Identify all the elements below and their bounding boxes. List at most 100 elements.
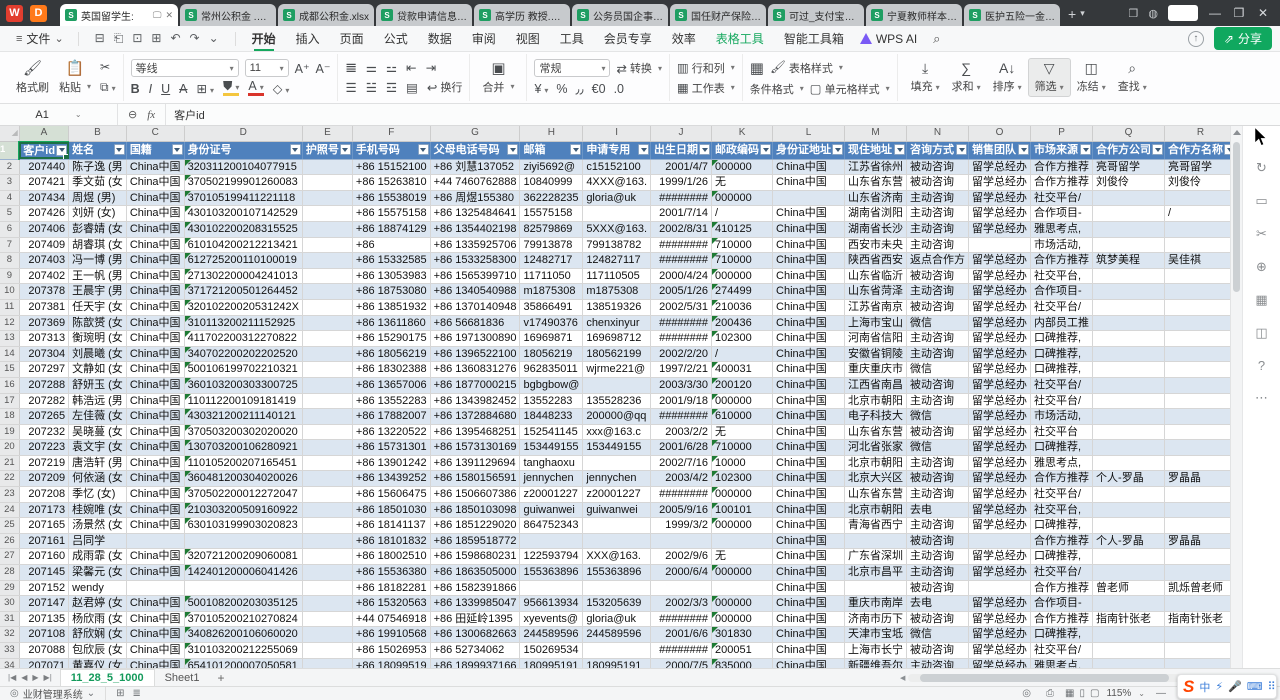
cell[interactable]: 2001/4/7 (651, 159, 712, 175)
cell[interactable]: China中国 (773, 658, 845, 668)
cell[interactable]: 成雨霏 (女 (69, 549, 127, 565)
document-tab[interactable]: S成都公积金.xlsx (278, 4, 374, 26)
cell[interactable]: 北京市昌平 (845, 565, 907, 581)
cell[interactable]: 被动咨询 (907, 643, 969, 659)
align-bottom-icon[interactable]: ⚍ (386, 60, 397, 75)
align-center-icon[interactable]: ☱ (366, 80, 377, 95)
cell[interactable]: 2001/6/6 (651, 627, 712, 643)
cell[interactable]: 被动咨询 (907, 268, 969, 284)
layout-switch-icon[interactable]: ❐ (1129, 7, 1139, 20)
cell[interactable]: 筑梦美程 (1093, 253, 1165, 269)
cell[interactable] (1165, 502, 1230, 518)
output-icon[interactable]: ⎗ (114, 31, 124, 46)
cell[interactable]: 口碑推荐, (1031, 549, 1093, 565)
table-header-cell[interactable]: 父母电话号码 (430, 142, 520, 160)
cell[interactable]: 2002/5/31 (651, 299, 712, 315)
chinese-mode-icon[interactable]: 中 (1199, 679, 1210, 695)
cell[interactable]: 山东省临沂 (845, 268, 907, 284)
cell[interactable]: 000000 (712, 393, 773, 409)
cell[interactable]: 山东省济南 (845, 190, 907, 206)
account-avatar[interactable] (1168, 5, 1198, 21)
cell[interactable]: China中国 (773, 502, 845, 518)
cell[interactable]: 凯烁曾老师 (1165, 580, 1230, 596)
cell[interactable]: 主动咨询 (907, 393, 969, 409)
cell[interactable]: guiwanwei (583, 502, 651, 518)
cell[interactable]: 610104200212213421 (184, 237, 302, 253)
cell[interactable]: China中国 (773, 175, 845, 191)
cell[interactable]: 口碑推荐, (1031, 362, 1093, 378)
cell[interactable] (1093, 346, 1165, 362)
cell[interactable]: +86 1533258300 (430, 253, 520, 269)
row-header-10[interactable]: 10 (0, 284, 19, 300)
row-header-1[interactable]: 1 (0, 142, 19, 160)
cell[interactable]: 合作方推荐 (1031, 611, 1093, 627)
cell[interactable]: China中国 (773, 331, 845, 347)
cell[interactable] (1165, 237, 1230, 253)
column-header-R[interactable]: R (1165, 126, 1230, 142)
cell[interactable]: 654101200007050581 (184, 658, 302, 668)
normal-view-icon[interactable]: ▦ (1065, 688, 1074, 699)
cell[interactable]: 无 (712, 424, 773, 440)
cell[interactable]: xxx@163.c (583, 424, 651, 440)
cell[interactable]: 梁馨元 (女 (69, 565, 127, 581)
cell[interactable]: 江苏省徐州 (845, 159, 907, 175)
print-icon[interactable]: ⊡ (132, 31, 142, 46)
filter-dropdown-icon[interactable] (418, 144, 429, 155)
cell[interactable] (712, 580, 773, 596)
merge-button[interactable]: ▣ 合并 (477, 61, 519, 95)
cell[interactable] (1165, 268, 1230, 284)
cell[interactable]: China中国 (773, 518, 845, 534)
cell[interactable] (1165, 331, 1230, 347)
cell[interactable]: 79913878 (520, 237, 583, 253)
cell[interactable]: 000000 (712, 596, 773, 612)
column-header-G[interactable]: G (430, 126, 520, 142)
cell[interactable]: 吴佳祺 (1165, 253, 1230, 269)
cell[interactable]: 2003/4/2 (651, 471, 712, 487)
cell[interactable]: 864752343 (520, 518, 583, 534)
cell[interactable]: 370105199411221118 (184, 190, 302, 206)
cell[interactable]: 社交平台/ (1031, 377, 1093, 393)
cell[interactable]: 王晨宇 (男 (69, 284, 127, 300)
cell[interactable]: 合作方推荐 (1031, 580, 1093, 596)
fill-color-icon[interactable]: ⛊ (223, 81, 239, 96)
select-all-corner[interactable] (0, 126, 19, 142)
cell[interactable]: 去电 (907, 596, 969, 612)
cell[interactable]: 吕同学 (69, 533, 127, 549)
cell[interactable]: 冯一博 (男 (69, 253, 127, 269)
cell[interactable]: 留学总经办 (969, 284, 1031, 300)
cell[interactable] (1093, 518, 1165, 534)
cell[interactable]: +86 1598680231 (430, 549, 520, 565)
cell[interactable]: 10000 (712, 455, 773, 471)
cell[interactable]: China中国 (126, 253, 184, 269)
cell[interactable]: 207409 (19, 237, 68, 253)
cell[interactable]: 000000 (712, 159, 773, 175)
cell[interactable]: 102300 (712, 471, 773, 487)
cell[interactable]: +86 刘慧137052 (430, 159, 520, 175)
cell[interactable]: 207208 (19, 487, 68, 503)
cell[interactable]: 北京市朝阳 (845, 393, 907, 409)
cell[interactable]: 社交平台, (1031, 268, 1093, 284)
more-icon[interactable]: ⋯ (1255, 390, 1268, 406)
cell[interactable]: tanghaoxu (520, 455, 583, 471)
table-view-icon[interactable]: ▦ (1255, 292, 1267, 308)
eye-protect-icon[interactable]: ◎ (1022, 688, 1031, 699)
cell[interactable]: 122593794 (520, 549, 583, 565)
menu-tab-视图[interactable]: 视图 (506, 27, 550, 51)
cell[interactable]: China中国 (126, 315, 184, 331)
cell[interactable]: +86 15152100 (352, 159, 430, 175)
cell[interactable]: z20001227 (520, 487, 583, 503)
cell[interactable]: 留学总经办 (969, 362, 1031, 378)
cell[interactable]: ######## (651, 487, 712, 503)
cell[interactable]: +86 1396522100 (430, 346, 520, 362)
fill-button[interactable]: ⤓ 填充 (905, 59, 946, 96)
cell[interactable] (1165, 362, 1230, 378)
decrease-decimal-icon[interactable]: .0 (614, 82, 624, 96)
cell[interactable]: 138519326 (583, 299, 651, 315)
cell[interactable]: 410125 (712, 221, 773, 237)
cell[interactable] (1093, 658, 1165, 668)
cell[interactable]: 去电 (907, 502, 969, 518)
cell[interactable]: China中国 (126, 409, 184, 425)
cell[interactable]: 962835011 (520, 362, 583, 378)
cell[interactable]: / (712, 346, 773, 362)
cell[interactable]: 2002/9/6 (651, 549, 712, 565)
